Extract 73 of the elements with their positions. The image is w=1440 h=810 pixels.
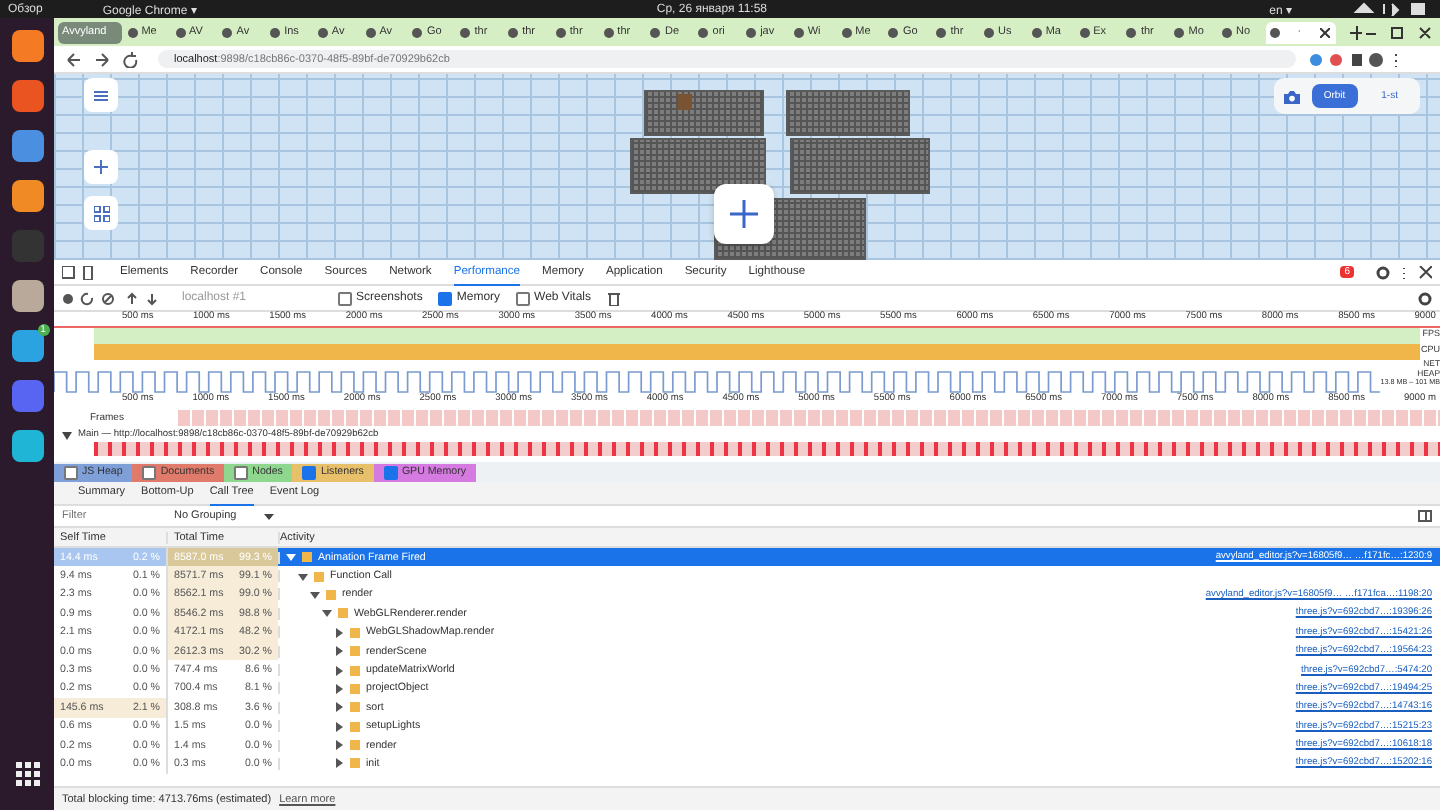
- dock-app-icon[interactable]: [11, 30, 43, 62]
- checkbox[interactable]: [234, 465, 249, 479]
- settings-icon[interactable]: [1376, 265, 1432, 279]
- close-icon[interactable]: [1319, 27, 1330, 37]
- favicon-icon: [793, 27, 804, 37]
- favicon-icon: [412, 27, 423, 37]
- favicon-icon: [1031, 27, 1042, 37]
- favicon-icon: [1269, 27, 1280, 37]
- blocks-icon: [93, 205, 109, 221]
- favicon-icon: [365, 27, 376, 37]
- voxel-block-drawing: [790, 138, 930, 194]
- favicon-icon: [460, 27, 471, 37]
- favicon-icon: [1222, 27, 1233, 37]
- favicon-icon: [650, 27, 661, 37]
- expand-arrow-icon[interactable]: [334, 721, 344, 732]
- dock-app-icon[interactable]: [11, 180, 43, 212]
- new-tab-icon[interactable]: [1349, 25, 1363, 39]
- expand-arrow-icon[interactable]: [298, 571, 308, 582]
- inspect-icon[interactable]: [62, 265, 98, 279]
- checkbox[interactable]: [338, 291, 352, 305]
- checkbox[interactable]: [142, 465, 157, 479]
- expand-arrow-icon[interactable]: [334, 665, 344, 676]
- components-button[interactable]: [84, 196, 118, 230]
- expand-arrow-icon[interactable]: [334, 702, 344, 713]
- plus-icon: [94, 160, 108, 174]
- favicon-icon: [508, 27, 519, 37]
- expand-arrow-icon[interactable]: [334, 740, 344, 751]
- checkbox[interactable]: [302, 465, 317, 479]
- expand-arrow-icon[interactable]: [322, 608, 332, 619]
- menu-button[interactable]: [84, 78, 118, 112]
- plus-icon: [730, 200, 758, 228]
- expand-arrow-icon[interactable]: [334, 627, 344, 638]
- sidebar-toggle-icon[interactable]: [1418, 510, 1432, 522]
- favicon-icon: [1079, 27, 1090, 37]
- add-object-button[interactable]: [714, 184, 774, 244]
- favicon-icon: [841, 27, 852, 37]
- expand-arrow-icon[interactable]: [334, 758, 344, 769]
- settings-icon[interactable]: [1418, 291, 1432, 305]
- checkbox[interactable]: [64, 465, 78, 479]
- camera-icon[interactable]: [1283, 89, 1300, 103]
- favicon-icon: [936, 27, 947, 37]
- voxel-block-drawing: [630, 138, 766, 194]
- expand-arrow-icon[interactable]: [310, 589, 320, 600]
- favicon-icon: [698, 27, 709, 37]
- favicon-icon: [984, 27, 995, 37]
- favicon-icon: [888, 27, 899, 37]
- trash-icon[interactable]: [607, 291, 619, 305]
- add-button[interactable]: [84, 150, 118, 184]
- favicon-icon: [746, 27, 757, 37]
- expand-arrow-icon[interactable]: [334, 646, 344, 657]
- favicon-icon: [1126, 27, 1137, 37]
- menu-icon: [94, 89, 108, 101]
- favicon-icon: [555, 27, 566, 37]
- favicon-icon: [270, 27, 281, 37]
- expand-arrow-icon[interactable]: [286, 552, 296, 563]
- dropdown-caret-icon: [264, 513, 275, 519]
- checkbox[interactable]: [383, 465, 398, 479]
- favicon-icon: [222, 27, 233, 37]
- collapse-arrow-icon[interactable]: [62, 431, 72, 439]
- dock-app-icon[interactable]: [11, 280, 43, 312]
- checkbox[interactable]: [516, 291, 531, 305]
- voxel-block-drawing: [786, 90, 910, 136]
- dock-app-icon[interactable]: [11, 758, 43, 790]
- window-controls-icon[interactable]: [1364, 25, 1433, 39]
- favicon-icon: [1174, 27, 1185, 37]
- crate-drawing: [678, 94, 692, 110]
- favicon-icon: [127, 27, 138, 37]
- dock-app-icon[interactable]: [11, 430, 43, 462]
- favicon-icon: [175, 27, 185, 37]
- favicon-icon: [317, 27, 328, 37]
- checkbox[interactable]: [438, 291, 453, 305]
- favicon-icon: [603, 27, 614, 37]
- expand-arrow-icon[interactable]: [334, 683, 344, 694]
